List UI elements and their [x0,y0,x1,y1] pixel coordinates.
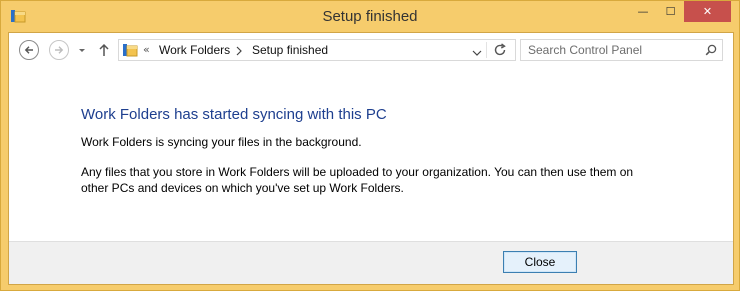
back-arrow-icon [24,46,33,54]
folder-location-icon [122,42,138,58]
breadcrumb-setup-finished[interactable]: Setup finished [252,43,328,57]
minimize-button[interactable]: — [629,1,657,22]
address-divider [486,42,487,58]
content-area: Work Folders has started syncing with th… [9,67,733,241]
refresh-icon[interactable] [493,43,507,57]
forward-button[interactable] [49,40,69,60]
title-bar[interactable]: Setup finished — ☐ ✕ [1,1,739,32]
client-area: « Work Folders Setup finished Search Con… [8,32,734,285]
maximize-button[interactable]: ☐ [657,1,684,22]
chevron-down-icon [79,49,85,52]
back-button[interactable] [19,40,39,60]
recent-locations-button[interactable] [76,44,88,56]
window: Setup finished — ☐ ✕ « Work Folders Setu… [0,0,740,291]
close-button[interactable]: Close [503,251,577,273]
up-button[interactable] [97,42,111,58]
page-heading: Work Folders has started syncing with th… [81,106,387,123]
close-window-button[interactable]: ✕ [684,1,731,22]
description-text: Any files that you store in Work Folders… [81,165,634,195]
navigation-bar: « Work Folders Setup finished [9,33,733,67]
search-input[interactable] [528,43,698,57]
search-icon[interactable] [705,44,717,56]
up-arrow-icon [99,43,109,56]
address-dropdown-icon[interactable] [472,46,482,56]
footer-bar: Close [9,241,733,284]
search-box[interactable] [520,39,723,61]
status-text: Work Folders is syncing your files in th… [81,135,362,149]
breadcrumb-separator-icon[interactable] [235,45,243,56]
address-overflow-icon[interactable]: « [143,43,150,56]
breadcrumb-work-folders[interactable]: Work Folders [159,43,230,57]
address-bar[interactable]: « Work Folders Setup finished [118,39,516,61]
forward-arrow-icon [55,46,64,54]
